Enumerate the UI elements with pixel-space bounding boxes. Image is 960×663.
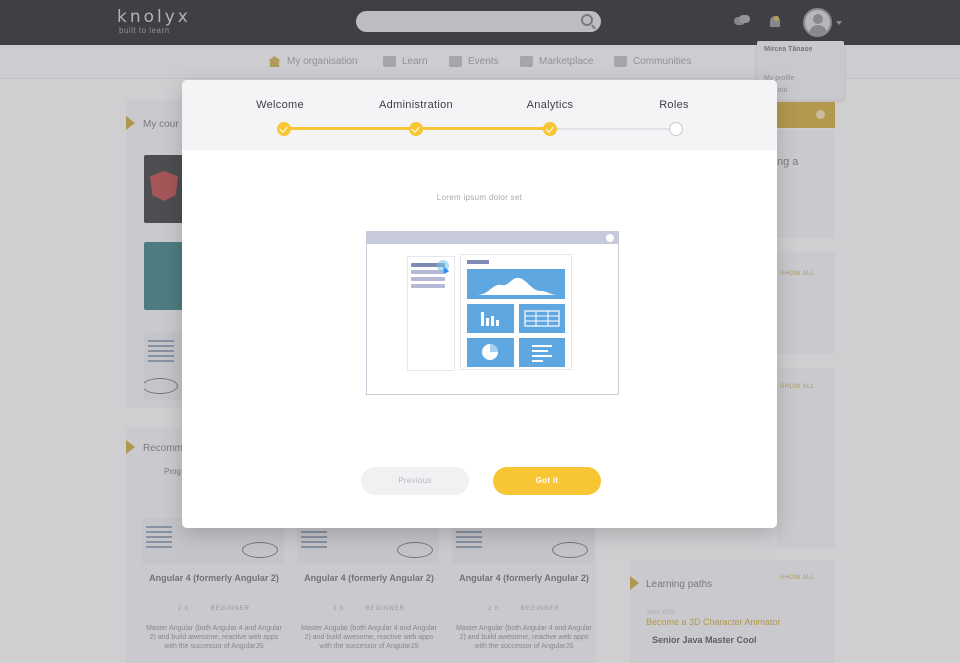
step-check-icon[interactable]: [277, 122, 291, 136]
dashboard-illustration: [366, 231, 619, 395]
previous-button[interactable]: Previous: [361, 467, 469, 495]
step-label-welcome[interactable]: Welcome: [256, 99, 304, 111]
step-pending-icon[interactable]: [669, 122, 683, 136]
step-label-analytics[interactable]: Analytics: [527, 99, 574, 111]
illustration-line: [411, 277, 445, 281]
illustration-line: [411, 284, 445, 288]
table-icon: [519, 304, 565, 333]
step-check-icon[interactable]: [409, 122, 423, 136]
illustration-main: [460, 254, 572, 370]
bar-chart-icon: [467, 304, 514, 333]
pie-chart-icon: [467, 338, 514, 367]
onboarding-modal: Welcome Administration Analytics Roles L…: [182, 80, 777, 528]
illustration-titlebar: [367, 232, 618, 244]
user-icon: [606, 234, 614, 242]
illustration-title-line: [467, 260, 489, 264]
step-check-icon[interactable]: [543, 122, 557, 136]
area-chart-icon: [467, 269, 565, 299]
illustration-sidebar: [407, 256, 455, 371]
modal-body-text: Lorem ipsum dolor set: [436, 193, 523, 202]
stepper-header: Welcome Administration Analytics Roles: [182, 80, 777, 150]
step-label-administration[interactable]: Administration: [379, 99, 453, 111]
text-lines-icon: [519, 338, 565, 367]
step-label-roles[interactable]: Roles: [659, 99, 689, 111]
got-it-button[interactable]: Got it: [493, 467, 601, 495]
